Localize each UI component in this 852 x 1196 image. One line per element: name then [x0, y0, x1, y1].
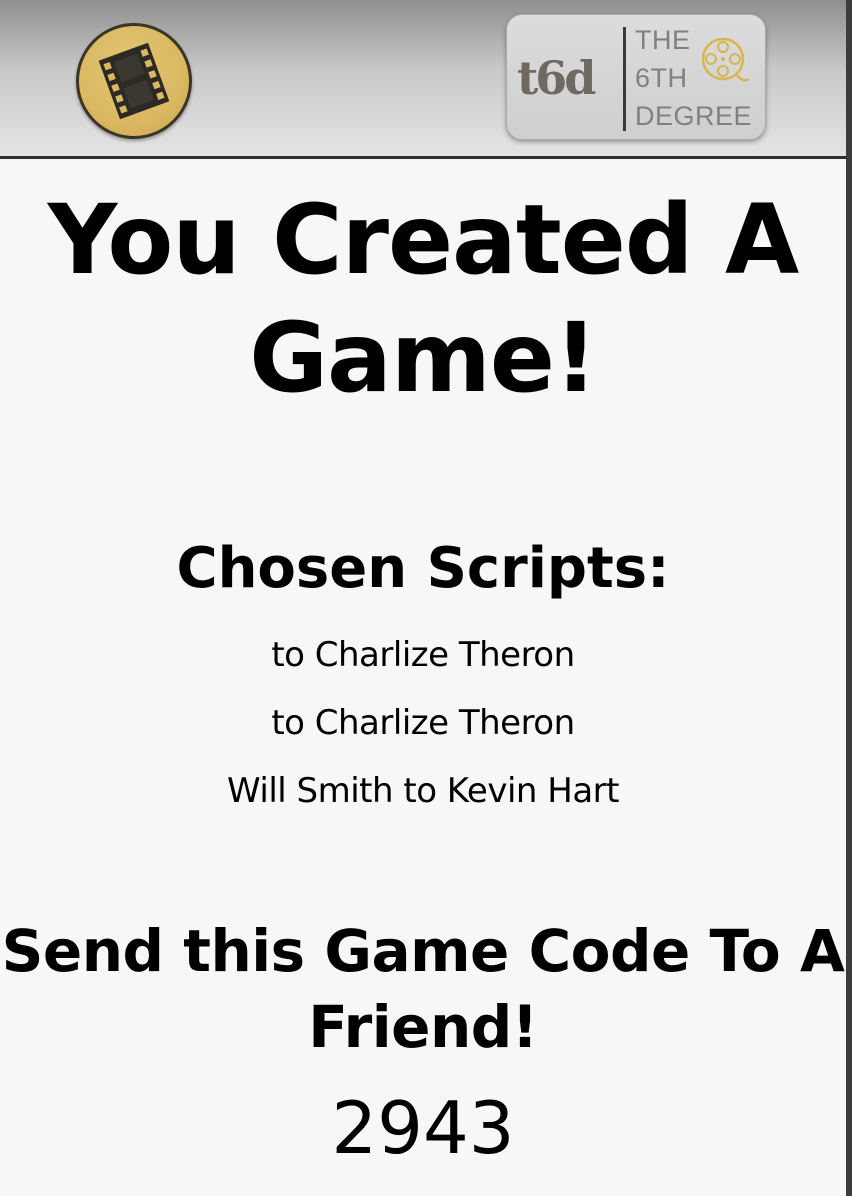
script-list: to Charlize Theron to Charlize Theron Wi…	[0, 621, 846, 825]
list-item: to Charlize Theron	[271, 703, 575, 743]
logo-divider	[623, 27, 626, 131]
page: t6d THE 6TH DEGREE You Created A Game! C…	[0, 0, 852, 1196]
logo-line-6th: 6TH	[635, 63, 688, 93]
page-title: You Created A Game!	[47, 184, 800, 414]
t6d-logo[interactable]: t6d THE 6TH DEGREE	[506, 14, 766, 140]
menu-button[interactable]	[76, 23, 192, 139]
chosen-scripts-heading: Chosen Scripts:	[176, 536, 670, 601]
header-bar: t6d THE 6TH DEGREE	[0, 0, 846, 159]
send-code-heading: Send this Game Code To A Friend!	[1, 917, 845, 1061]
list-item: Will Smith to Kevin Hart	[227, 771, 619, 811]
film-reel-icon	[701, 37, 750, 82]
logo-line-degree: DEGREE	[635, 101, 753, 131]
main-content: You Created A Game! Chosen Scripts: to C…	[0, 181, 846, 1171]
list-item: to Charlize Theron	[271, 635, 575, 675]
film-strip-icon	[98, 42, 170, 120]
game-code: 2943	[331, 1086, 515, 1170]
logo-line-the: THE	[635, 25, 691, 55]
logo-mark: t6d	[517, 51, 596, 105]
